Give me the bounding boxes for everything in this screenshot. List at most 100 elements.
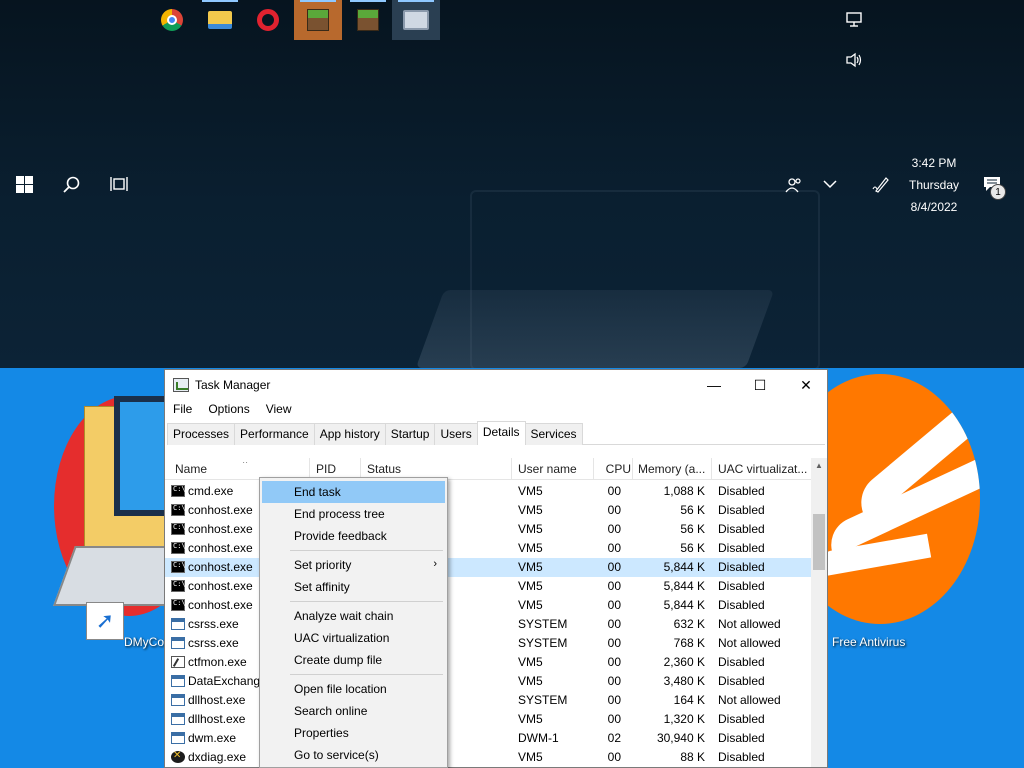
console-icon [171, 504, 186, 516]
menu-item-properties[interactable]: Properties [262, 722, 445, 744]
column-header-name[interactable]: Name ^ [175, 462, 305, 476]
taskbar-app-dxdiag[interactable] [392, 0, 440, 40]
cell-memory: 1,320 K [663, 712, 705, 726]
tab-users[interactable]: Users [434, 423, 478, 445]
task-view-icon[interactable] [110, 175, 130, 197]
taskbar-app-minecraft[interactable] [294, 0, 342, 40]
cell-cpu: 00 [607, 712, 621, 726]
cell-cpu: 00 [607, 674, 621, 688]
menu-view[interactable]: View [258, 400, 300, 420]
scroll-thumb[interactable] [813, 514, 825, 570]
menu-item-go-to-service-s[interactable]: Go to service(s) [262, 744, 445, 766]
tab-processes[interactable]: Processes [167, 423, 236, 445]
cell-user-name: VM5 [518, 750, 543, 764]
column-separator[interactable] [593, 458, 594, 480]
cell-user-name: SYSTEM [518, 636, 568, 650]
scroll-up-icon[interactable]: ▲ [811, 458, 827, 474]
column-separator[interactable] [511, 458, 512, 480]
menu-item-set-priority[interactable]: Set priority › [262, 554, 445, 576]
cell-memory: 3,480 K [663, 674, 705, 688]
cell-uac: Not allowed [718, 617, 781, 631]
taskbar-app-opera[interactable] [244, 0, 292, 40]
menu-item-create-dump-file[interactable]: Create dump file [262, 649, 445, 671]
people-icon[interactable] [785, 176, 803, 198]
chevron-down-icon[interactable] [822, 176, 838, 196]
menu-file[interactable]: File [165, 400, 200, 420]
menu-item-open-file-location[interactable]: Open file location [262, 678, 445, 700]
column-header-memory[interactable]: Memory (a... [638, 462, 710, 476]
cell-cpu: 00 [607, 579, 621, 593]
window-app-icon [171, 694, 185, 706]
column-header-user-name[interactable]: User name [518, 462, 590, 476]
desktop-shortcut-dmyco[interactable]: ➚ [44, 376, 215, 640]
volume-icon[interactable] [845, 52, 863, 72]
tab-services[interactable]: Services [524, 423, 583, 445]
cell-memory: 632 K [673, 617, 705, 631]
cell-cpu: 00 [607, 750, 621, 764]
tab-performance[interactable]: Performance [234, 423, 315, 445]
cell-uac: Not allowed [718, 693, 781, 707]
window-app-icon [171, 675, 185, 687]
column-header-status[interactable]: Status [367, 462, 507, 476]
system-clock[interactable]: 3:42 PM Thursday 8/4/2022 [900, 152, 968, 218]
pen-icon [171, 656, 185, 668]
menu-item-end-task[interactable]: End task [262, 481, 445, 503]
menu-item-analyze-wait-chain[interactable]: Analyze wait chain [262, 605, 445, 627]
directx-icon [171, 750, 185, 763]
menu-item-end-process-tree[interactable]: End process tree [262, 503, 445, 525]
taskbar-app-minecraft-2[interactable] [344, 0, 392, 40]
notification-count-badge: 1 [990, 184, 1006, 200]
column-separator[interactable] [632, 458, 633, 480]
cell-uac: Disabled [718, 655, 765, 669]
window-title: Task Manager [195, 378, 271, 392]
cell-uac: Disabled [718, 598, 765, 612]
close-button[interactable]: ✕ [783, 370, 827, 400]
cell-memory: 56 K [680, 522, 705, 536]
cell-user-name: VM5 [518, 541, 543, 555]
minecraft-icon [307, 9, 329, 31]
menu-item-label: Analyze wait chain [294, 609, 394, 623]
column-header-uac-virtualization[interactable]: UAC virtualizat... [718, 462, 810, 476]
tab-startup[interactable]: Startup [384, 423, 436, 445]
window-app-icon [171, 732, 185, 744]
menu-item-set-affinity[interactable]: Set affinity [262, 576, 445, 598]
vertical-scrollbar[interactable]: ▲ [811, 458, 827, 767]
cell-cpu: 00 [607, 655, 621, 669]
maximize-button[interactable]: ☐ [737, 370, 783, 400]
cell-memory: 1,088 K [663, 484, 705, 498]
pen-icon[interactable] [872, 175, 890, 197]
cell-user-name: VM5 [518, 503, 543, 517]
cell-user-name: VM5 [518, 522, 543, 536]
sort-ascending-icon: ^ [243, 462, 248, 468]
menu-item-label: End task [294, 485, 341, 499]
taskbar-app-chrome[interactable] [148, 0, 196, 40]
windows-start-icon[interactable] [16, 176, 33, 197]
cell-user-name: SYSTEM [518, 617, 568, 631]
menu-item-provide-feedback[interactable]: Provide feedback [262, 525, 445, 547]
cell-user-name: VM5 [518, 674, 543, 688]
search-icon[interactable] [63, 176, 81, 198]
minimize-button[interactable]: — [691, 370, 737, 400]
menu-item-label: Provide feedback [294, 529, 387, 543]
window-app-icon [171, 713, 185, 725]
cell-uac: Disabled [718, 712, 765, 726]
cell-user-name: VM5 [518, 579, 543, 593]
window-app-icon [171, 637, 185, 649]
cell-uac: Disabled [718, 731, 765, 745]
console-icon [171, 542, 186, 554]
column-separator[interactable] [711, 458, 712, 480]
title-bar[interactable]: Task Manager — ☐ ✕ [165, 370, 827, 400]
menu-options[interactable]: Options [200, 400, 257, 420]
file-explorer-icon [208, 11, 232, 29]
tab-strip: Processes Performance App history Startu… [167, 421, 825, 445]
taskbar-app-file-explorer[interactable] [196, 0, 244, 40]
column-header-pid[interactable]: PID [316, 462, 356, 476]
tab-details[interactable]: Details [476, 421, 526, 445]
network-icon[interactable] [845, 12, 863, 32]
tab-app-history[interactable]: App history [313, 423, 386, 445]
menu-item-search-online[interactable]: Search online [262, 700, 445, 722]
column-header-cpu[interactable]: CPU [597, 462, 631, 476]
menu-item-uac-virtualization[interactable]: UAC virtualization [262, 627, 445, 649]
shortcut-arrow-icon: ➚ [86, 602, 124, 640]
cell-cpu: 00 [607, 522, 621, 536]
